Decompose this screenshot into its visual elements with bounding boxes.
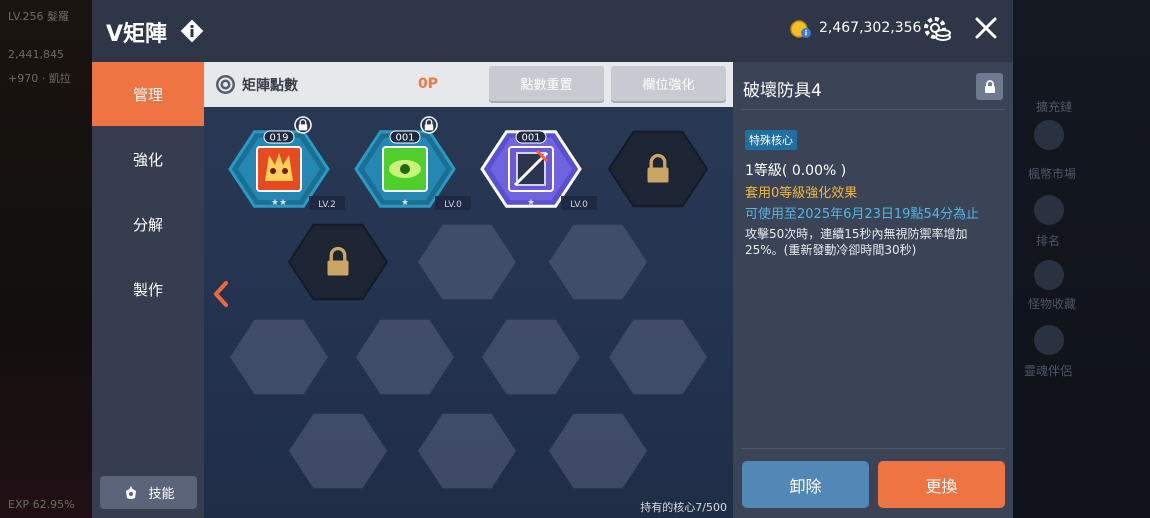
eye-shape <box>270 168 276 174</box>
empty-slot[interactable] <box>289 413 387 489</box>
bg-map-name: +970 · 凱拉 <box>8 72 71 85</box>
bg-trophy-icon <box>1034 195 1064 225</box>
slot-number: 001 <box>521 133 540 144</box>
empty-slot[interactable] <box>549 224 647 300</box>
lock-body <box>424 124 434 131</box>
matrix-area: 矩陣點數 0P 點數重置 欄位強化 019 ★★ LV.2 001 ★ LV.0 001 ★ L… <box>204 62 733 518</box>
slot-hexagon <box>356 319 454 395</box>
eye-shape <box>282 168 288 174</box>
slot-enhance-button[interactable]: 欄位強化 <box>611 66 726 101</box>
empty-slot[interactable] <box>418 224 516 300</box>
core-detail-panel: 破壞防具4 特殊核心 1等級( 0.00% ) 套用0等級強化效果 可使用至20… <box>733 62 1013 518</box>
lock-body <box>298 124 308 131</box>
empty-slot[interactable] <box>230 319 328 395</box>
bg-combat-power: 2,441,845 <box>8 48 64 61</box>
bg-market-icon <box>1034 120 1064 150</box>
skill-button-label: 技能 <box>148 487 175 502</box>
slot-stars: ★ <box>401 198 409 208</box>
slot-hexagon <box>418 224 516 300</box>
slot-level: LV.2 <box>318 200 336 210</box>
lock-icon <box>984 79 995 93</box>
skill-icon <box>126 485 137 499</box>
matrix-grid: 019 ★★ LV.2 001 ★ LV.0 001 ★ LV.0 <box>228 116 709 489</box>
core-slot[interactable]: 019 ★★ LV.2 <box>228 116 345 210</box>
bg-right-label: 楓幣市場 <box>1028 167 1077 181</box>
slot-stars: ★★ <box>271 198 287 208</box>
core-slot[interactable]: 001 ★ LV.0 <box>480 130 597 210</box>
flame-shape <box>265 153 293 181</box>
slot-number: 019 <box>269 133 288 144</box>
matrix-points-label: 矩陣點數 <box>242 78 298 94</box>
core-effect: 套用0等級強化效果 <box>745 186 858 201</box>
title-bar: V矩陣 2,467,302,356 <box>92 0 1013 62</box>
slot-number: 001 <box>395 133 414 144</box>
core-name: 破壞防具4 <box>743 81 822 101</box>
empty-slot[interactable] <box>549 413 647 489</box>
slot-number-badge: 019 <box>263 130 295 144</box>
tab-manage[interactable]: 管理 <box>92 62 204 126</box>
meso-amount: 2,467,302,356 <box>819 20 922 36</box>
close-icon[interactable] <box>974 16 998 40</box>
slot-hexagon <box>549 224 647 300</box>
locked-slot[interactable] <box>287 223 389 301</box>
bg-right-label: 擴充鏈 <box>1036 100 1073 114</box>
bg-right-label: 怪物收藏 <box>1028 297 1077 311</box>
tab-enhance[interactable]: 強化 <box>92 127 204 191</box>
slot-level: LV.0 <box>444 200 462 210</box>
slot-hexagon <box>609 319 707 395</box>
remove-button[interactable]: 卸除 <box>742 461 869 508</box>
reset-points-button[interactable]: 點數重置 <box>489 66 604 101</box>
screen: LV.256 髮羅 2,441,845 +970 · 凱拉 EXP 62.95%… <box>0 0 1150 518</box>
info-icon[interactable] <box>180 19 204 43</box>
side-tab-menu: 管理 強化 分解 製作 技能 <box>92 62 204 518</box>
lock-body <box>327 260 349 276</box>
slot-number-badge: 001 <box>389 130 421 144</box>
slot-hexagon <box>482 319 580 395</box>
meso-coin-icon <box>790 20 811 38</box>
core-level: 1等級( 0.00% ) <box>745 163 847 179</box>
skill-button[interactable]: 技能 <box>100 476 197 509</box>
core-count: 持有的核心7/500 <box>640 501 727 514</box>
matrix-point-icon <box>216 75 235 94</box>
divider <box>741 448 1005 449</box>
locked-slot[interactable] <box>607 130 709 208</box>
v-matrix-window: V矩陣 2,467,302,356 管理 強化 分解 製作 技能 矩陣點數 0P… <box>92 0 1013 518</box>
pupil-shape <box>400 164 410 174</box>
gear-coin-icon[interactable] <box>921 14 953 44</box>
slot-hexagon <box>289 413 387 489</box>
core-expiry: 可使用至2025年6月23日19點54分為止 <box>745 207 979 222</box>
slot-number-badge: 001 <box>515 130 547 144</box>
replace-button[interactable]: 更換 <box>878 461 1005 508</box>
matrix-points-bar: 矩陣點數 0P 點數重置 欄位強化 <box>204 62 733 107</box>
background-game-right <box>1013 0 1150 518</box>
empty-slot[interactable] <box>609 319 707 395</box>
tab-disassemble[interactable]: 分解 <box>92 192 204 256</box>
slot-hexagon <box>230 319 328 395</box>
bg-partner-icon <box>1034 325 1064 355</box>
tab-craft[interactable]: 製作 <box>92 257 204 321</box>
background-game-left: LV.256 髮羅 2,441,845 +970 · 凱拉 EXP 62.95% <box>0 0 92 518</box>
bg-collection-icon <box>1034 260 1064 290</box>
core-slot[interactable]: 001 ★ LV.0 <box>354 116 471 210</box>
empty-slot[interactable] <box>356 319 454 395</box>
lock-body <box>647 167 669 183</box>
slot-level: LV.0 <box>570 200 588 210</box>
core-description: 攻擊50次時，連續15秒內無視防禦率增加25%。(重新發動冷卻時間30秒) <box>745 227 968 257</box>
slot-hexagon <box>418 413 516 489</box>
lock-core-button[interactable] <box>976 73 1003 100</box>
chevron-left-icon[interactable] <box>212 280 230 308</box>
special-core-badge: 特殊核心 <box>745 130 797 150</box>
empty-slot[interactable] <box>482 319 580 395</box>
slot-stars: ★ <box>527 198 535 208</box>
matrix-points-value: 0P <box>418 76 439 92</box>
bg-exp: EXP 62.95% <box>8 498 75 511</box>
bg-right-label: 排名 <box>1036 234 1061 248</box>
bg-right-label: 靈魂伴侶 <box>1024 364 1073 378</box>
slot-hexagon <box>549 413 647 489</box>
empty-slot[interactable] <box>418 413 516 489</box>
window-title: V矩陣 <box>106 22 168 47</box>
divider <box>741 109 1005 110</box>
bg-character-level: LV.256 髮羅 <box>8 10 70 23</box>
